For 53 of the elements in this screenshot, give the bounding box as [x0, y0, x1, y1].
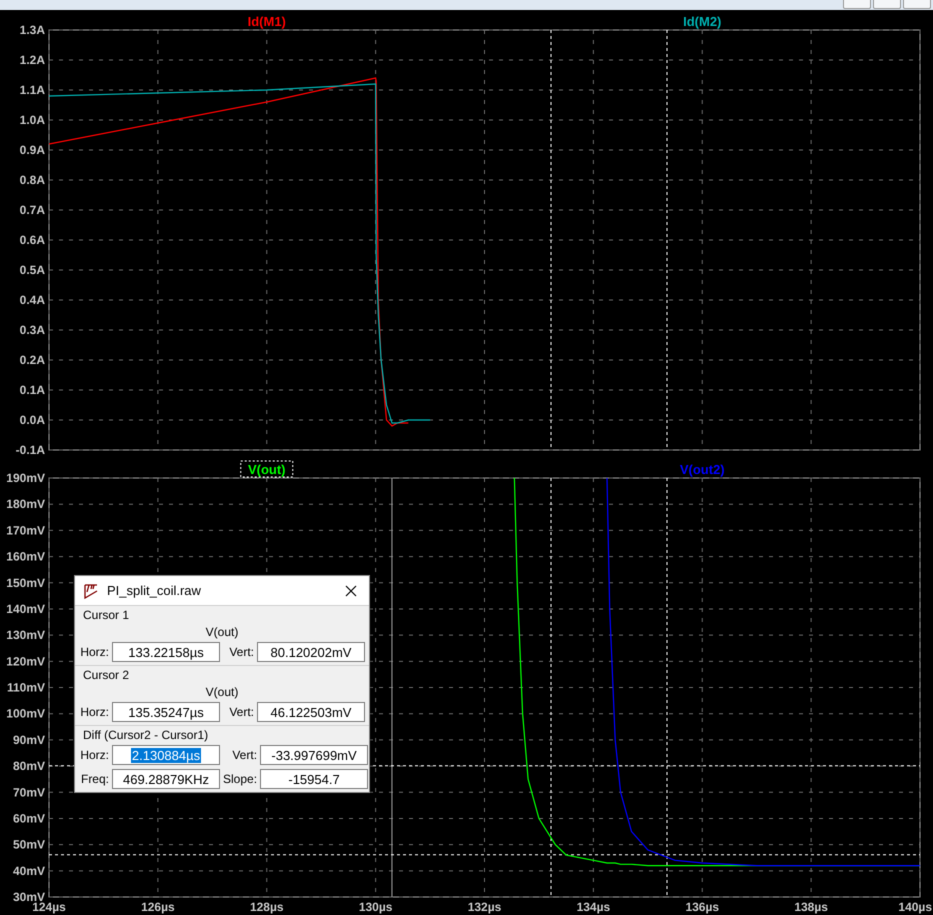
y-axis-label: 70mV	[12, 785, 45, 800]
y-axis-label: 0.1A	[20, 383, 45, 397]
x-axis-label: 140µs	[898, 900, 932, 914]
x-axis-label: 132µs	[468, 900, 502, 914]
x-axis-label: 130µs	[358, 900, 392, 914]
y-axis-label: 0.8A	[20, 173, 45, 187]
field-label: Vert:	[228, 705, 254, 719]
y-axis-label: 80mV	[12, 759, 45, 774]
field-label: Horz:	[79, 645, 109, 659]
field-label: Vert:	[231, 748, 258, 762]
y-axis-label: 1.0A	[20, 113, 45, 127]
field-label: Vert:	[228, 645, 254, 659]
field-label: Horz:	[79, 705, 109, 719]
y-axis-label: 110mV	[6, 680, 45, 694]
y-axis-label: 120mV	[6, 654, 45, 668]
y-axis-label: 100mV	[6, 706, 45, 721]
section-title: Diff (Cursor2 - Cursor1)	[82, 728, 210, 742]
y-axis-label: 150mV	[6, 576, 45, 590]
y-axis-label: 0.7A	[20, 203, 45, 217]
y-axis-label: 0.9A	[20, 143, 45, 157]
y-axis-label: 130mV	[6, 628, 45, 642]
y-axis-label: 0.4A	[20, 293, 45, 307]
y-axis-label: 60mV	[12, 811, 45, 826]
y-axis-label: 0.3A	[20, 323, 45, 337]
field-label: Slope:	[223, 772, 258, 786]
field-label: Horz:	[79, 748, 109, 762]
y-axis-label: 1.1A	[20, 83, 45, 97]
y-axis-label: 170mV	[6, 523, 45, 538]
dialog-title: PI_split_coil.raw	[107, 583, 202, 598]
y-axis-label: 0.0A	[20, 413, 45, 427]
trace-name: V(out)	[206, 625, 238, 639]
y-axis-label: 40mV	[12, 864, 45, 878]
x-axis-label: 128µs	[250, 900, 284, 914]
y-axis-label: 190mV	[6, 471, 45, 485]
x-axis-label: 134µs	[576, 900, 610, 914]
x-axis-label: 138µs	[794, 900, 828, 914]
section-title: Cursor 1	[82, 608, 130, 622]
y-axis-label: 160mV	[6, 550, 45, 564]
field-label: Freq:	[80, 772, 109, 786]
y-axis-label: 90mV	[12, 732, 45, 747]
y-axis-label: 1.2A	[20, 53, 45, 67]
y-axis-label: 180mV	[6, 497, 45, 512]
y-axis-label: 0.6A	[20, 233, 45, 247]
y-axis-label: 0.5A	[20, 263, 45, 277]
y-axis-label: 140mV	[6, 602, 45, 616]
trace-name: V(out)	[206, 685, 238, 699]
x-axis-label: 126µs	[141, 900, 175, 914]
y-axis-label: 0.2A	[20, 353, 45, 367]
section-title: Cursor 2	[82, 668, 130, 682]
y-axis-label: 1.3A	[20, 23, 45, 37]
x-axis-label: 136µs	[685, 900, 720, 914]
y-axis-label: 50mV	[12, 838, 45, 852]
y-axis-label: -0.1A	[16, 443, 45, 457]
